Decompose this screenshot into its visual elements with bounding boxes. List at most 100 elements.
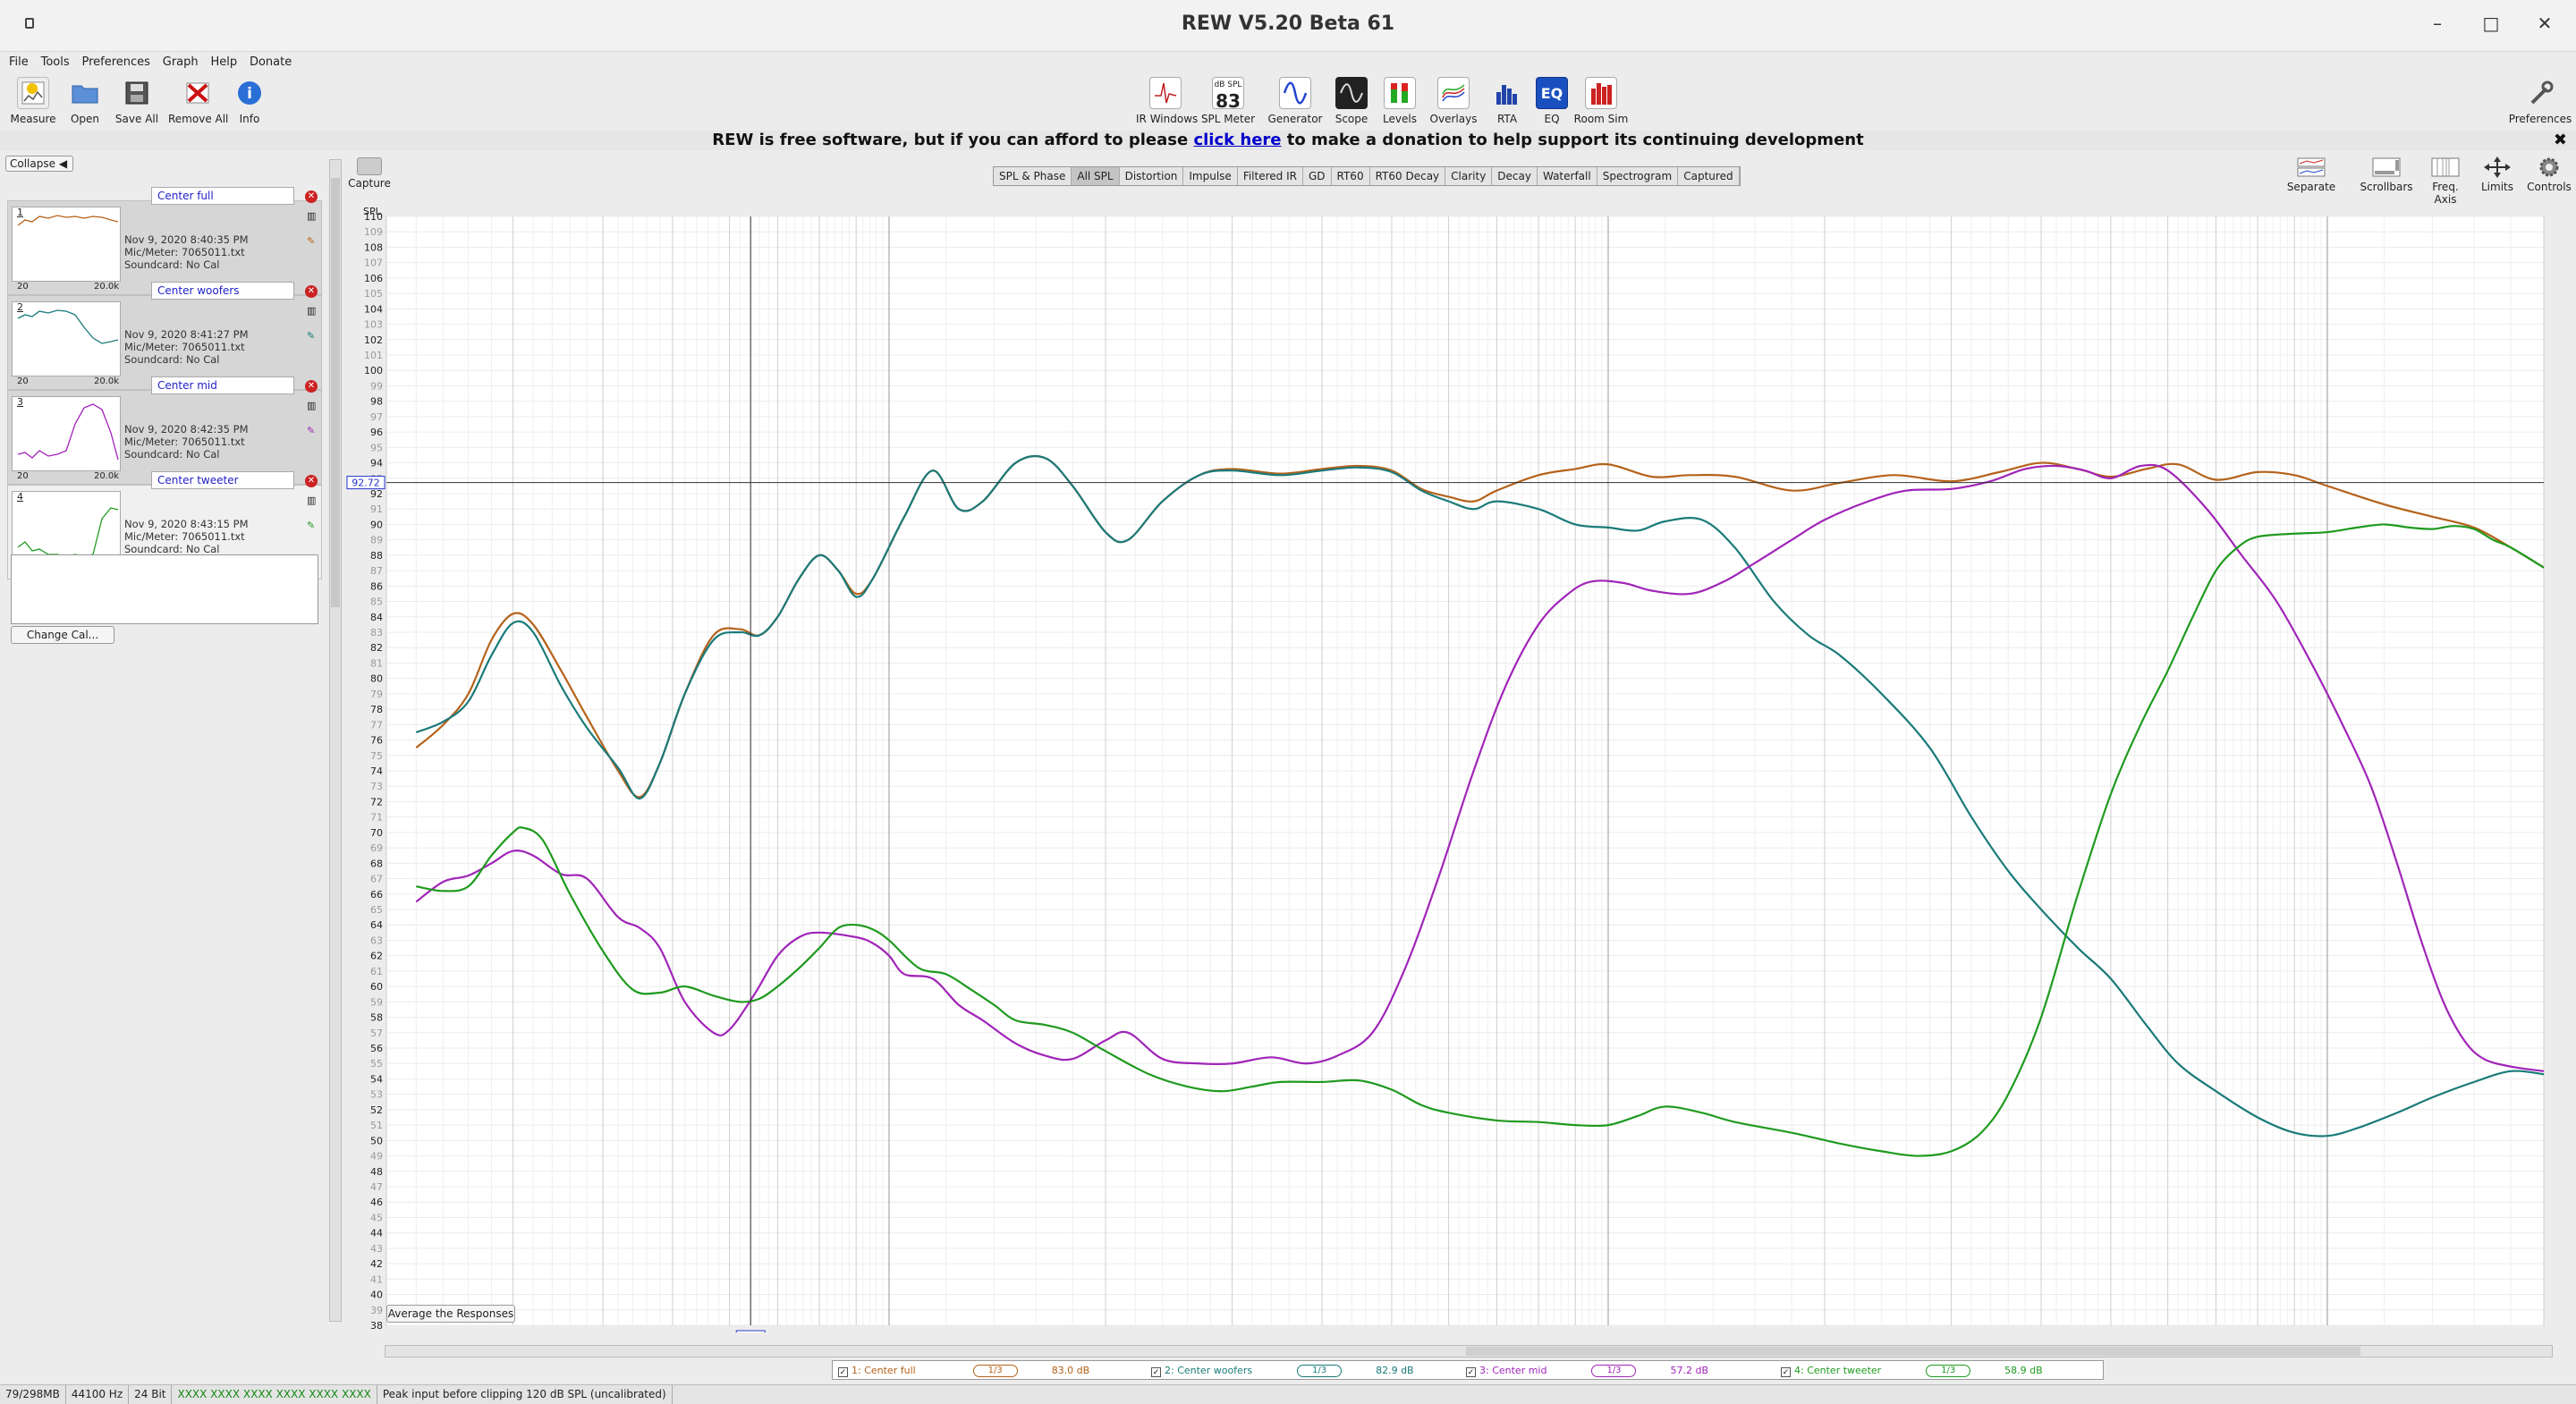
menu-bar: File Tools Preferences Graph Help Donate — [0, 55, 2576, 73]
menu-help[interactable]: Help — [210, 55, 237, 69]
lock-icon[interactable]: ▥ — [307, 495, 318, 506]
menu-file[interactable]: File — [9, 55, 29, 69]
save-all-button[interactable]: Save All — [107, 75, 166, 125]
menu-tools[interactable]: Tools — [41, 55, 70, 69]
smoothing-badge[interactable]: 1/3 — [1591, 1365, 1637, 1377]
menu-graph[interactable]: Graph — [163, 55, 199, 69]
scrollbars-button[interactable]: Scrollbars — [2358, 156, 2415, 193]
y-tick-label: 40 — [370, 1290, 383, 1301]
measurement-thumbnail[interactable] — [12, 396, 121, 471]
delete-measurement-icon[interactable]: ✕ — [305, 190, 318, 203]
y-tick-label: 104 — [364, 303, 383, 315]
tab-spl-phase[interactable]: SPL & Phase — [994, 167, 1072, 185]
memory-usage[interactable]: 79/298MB — [0, 1385, 66, 1404]
info-button[interactable]: i Info — [220, 75, 279, 125]
color-pen-icon[interactable]: ✎ — [307, 520, 318, 531]
measurement-name-field[interactable]: Center woofers — [151, 282, 294, 300]
freq-axis-button[interactable]: Freq. Axis — [2420, 156, 2470, 206]
measurement-thumbnail[interactable] — [12, 301, 121, 376]
generator-button[interactable]: Generator — [1266, 75, 1325, 125]
spl-meter-button[interactable]: dB SPL 83 SPL Meter — [1199, 75, 1258, 125]
color-pen-icon[interactable]: ✎ — [307, 425, 318, 436]
tab-waterfall[interactable]: Waterfall — [1538, 167, 1597, 185]
menu-preferences[interactable]: Preferences — [81, 55, 149, 69]
measurement-name-field[interactable]: Center tweeter — [151, 471, 294, 489]
graph-horizontal-scrollbar[interactable] — [385, 1345, 2553, 1357]
capture-button[interactable]: Capture — [345, 157, 394, 190]
tab-filtered-ir[interactable]: Filtered IR — [1238, 167, 1303, 185]
scrollbar-thumb[interactable] — [331, 178, 340, 607]
close-icon[interactable]: ✕ — [2531, 13, 2558, 34]
limits-button[interactable]: Limits — [2476, 156, 2519, 193]
measurement-soundcard: Soundcard: No Cal — [124, 543, 220, 555]
average-responses-button[interactable]: Average the Responses — [386, 1305, 515, 1323]
change-cal-button[interactable]: Change Cal... — [11, 626, 114, 644]
notes-area[interactable] — [11, 554, 318, 624]
tab-rt60-decay[interactable]: RT60 Decay — [1370, 167, 1446, 185]
window-title: REW V5.20 Beta 61 — [1181, 13, 1395, 35]
delete-measurement-icon[interactable]: ✕ — [305, 380, 318, 393]
minimize-icon[interactable]: – — [2424, 13, 2451, 34]
separate-button[interactable]: Separate — [2286, 156, 2336, 193]
y-tick-label: 75 — [370, 750, 383, 762]
room-sim-button[interactable]: Room Sim — [1572, 75, 1631, 125]
measurement-thumbnail[interactable] — [12, 207, 121, 282]
tab-impulse[interactable]: Impulse — [1183, 167, 1238, 185]
overlays-button[interactable]: Overlays — [1424, 75, 1483, 125]
info-icon: i — [233, 77, 266, 109]
color-pen-icon[interactable]: ✎ — [307, 330, 318, 342]
lock-icon[interactable]: ▥ — [307, 400, 318, 411]
controls-button[interactable]: Controls — [2524, 156, 2574, 193]
collapse-button[interactable]: Collapse ◀ — [5, 156, 73, 172]
delete-measurement-icon[interactable]: ✕ — [305, 475, 318, 487]
legend-checkbox[interactable]: ✓ — [1781, 1367, 1791, 1377]
tab-clarity[interactable]: Clarity — [1445, 167, 1493, 185]
legend-checkbox[interactable]: ✓ — [1151, 1367, 1161, 1377]
tab-distortion[interactable]: Distortion — [1120, 167, 1184, 185]
measure-button[interactable]: Measure — [4, 75, 63, 125]
tab-all-spl[interactable]: All SPL — [1072, 167, 1120, 185]
measurement-panel-scrollbar[interactable] — [329, 159, 342, 1322]
menu-donate[interactable]: Donate — [250, 55, 292, 69]
measurement-name-field[interactable]: Center mid — [151, 376, 294, 394]
y-tick-label: 56 — [370, 1043, 383, 1054]
y-tick-label: 80 — [370, 673, 383, 685]
preferences-button[interactable]: Preferences — [2504, 75, 2576, 125]
remove-all-button[interactable]: Remove All — [168, 75, 228, 125]
overlays-icon — [1437, 77, 1470, 109]
smoothing-badge[interactable]: 1/3 — [1297, 1365, 1343, 1377]
levels-button[interactable]: Levels — [1370, 75, 1429, 125]
legend-checkbox[interactable]: ✓ — [838, 1367, 848, 1377]
color-pen-icon[interactable]: ✎ — [307, 235, 318, 247]
open-button[interactable]: Open — [55, 75, 114, 125]
donation-link[interactable]: click here — [1193, 131, 1281, 149]
maximize-icon[interactable]: □ — [2478, 13, 2504, 34]
tab-gd[interactable]: GD — [1303, 167, 1332, 185]
legend-checkbox[interactable]: ✓ — [1466, 1367, 1476, 1377]
tab-decay[interactable]: Decay — [1492, 167, 1538, 185]
spl-graph[interactable]: 38 39 40 41 42 43 44 45 46 47 48 49 50 51 52 53 54 55 56 57… — [345, 204, 2576, 1344]
tab-rt60[interactable]: RT60 — [1332, 167, 1370, 185]
smoothing-badge[interactable]: 1/3 — [972, 1365, 1018, 1377]
graph-scrollbar-thumb[interactable] — [1466, 1347, 2360, 1356]
ir-windows-button[interactable]: IR Windows — [1136, 75, 1198, 125]
smoothing-badge[interactable]: 1/3 — [1926, 1365, 1971, 1377]
y-tick-label: 81 — [370, 657, 383, 669]
y-tick-label: 88 — [370, 550, 383, 562]
measurement-date: Nov 9, 2020 8:40:35 PM — [124, 233, 249, 246]
y-tick-label: 91 — [370, 503, 383, 515]
y-tick-label: 78 — [370, 704, 383, 715]
measurement-soundcard: Soundcard: No Cal — [124, 353, 220, 366]
lock-icon[interactable]: ▥ — [307, 210, 318, 222]
banner-close-icon[interactable]: ✖ — [2554, 131, 2567, 150]
measurement-name-field[interactable]: Center full — [151, 187, 294, 205]
delete-measurement-icon[interactable]: ✕ — [305, 285, 318, 298]
measurement-info: Nov 9, 2020 8:43:15 PM Mic/Meter: 7065011… — [124, 518, 249, 555]
spl-chart[interactable]: 38 39 40 41 42 43 44 45 46 47 48 49 50 51 52 53 54 55 56 57… — [345, 204, 2576, 1344]
tab-spectrogram[interactable]: Spectrogram — [1597, 167, 1679, 185]
lock-icon[interactable]: ▥ — [307, 305, 318, 317]
y-tick-label: 70 — [370, 827, 383, 839]
y-tick-label: 39 — [370, 1305, 383, 1316]
tab-captured[interactable]: Captured — [1678, 167, 1740, 185]
y-tick-label: 100 — [364, 365, 383, 376]
